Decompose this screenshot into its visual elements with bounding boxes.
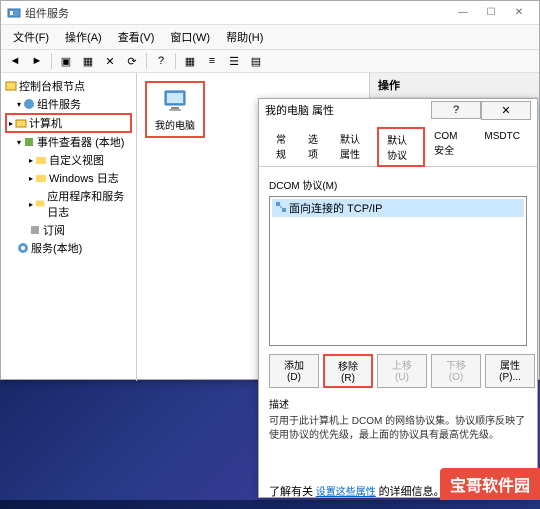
description-label: 描述: [269, 396, 527, 411]
menu-window[interactable]: 窗口(W): [162, 27, 218, 47]
app-icon: [7, 6, 21, 20]
main-toolbar: ◄ ► ▣ ▦ ✕ ⟳ ? ▦ ≡ ☰ ▤: [1, 50, 539, 73]
props-titlebar[interactable]: 我的电脑 属性 ? ✕: [259, 99, 537, 121]
subscription-icon: [29, 224, 41, 236]
protocol-buttons: 添加(D) 移除(R) 上移(U) 下移(O) 属性(P)...: [269, 354, 527, 388]
props-body: DCOM 协议(M) 面向连接的 TCP/IP 添加(D) 移除(R) 上移(U…: [259, 167, 537, 509]
tree-label: 订阅: [43, 222, 65, 238]
delete-icon[interactable]: ✕: [100, 52, 120, 70]
tree-label: 控制台根节点: [19, 78, 85, 94]
tree-label: 服务(本地): [31, 240, 82, 256]
toolbar-divider: [51, 53, 52, 69]
maximize-button[interactable]: ☐: [477, 3, 505, 23]
expand-icon[interactable]: ▸: [29, 156, 33, 165]
tab-com-security[interactable]: COM 安全: [425, 127, 475, 166]
expand-icon[interactable]: ▸: [29, 200, 33, 209]
folder-icon: [35, 198, 45, 210]
tree-label: Windows 日志: [49, 170, 119, 186]
learn-link[interactable]: 设置这些属性: [316, 487, 376, 498]
protocol-label: 面向连接的 TCP/IP: [289, 200, 383, 216]
move-up-button[interactable]: 上移(U): [377, 354, 427, 388]
properties-dialog: 我的电脑 属性 ? ✕ 常规 选项 默认属性 默认协议 COM 安全 MSDTC…: [258, 98, 538, 498]
expand-icon[interactable]: ▾: [17, 100, 21, 109]
tree-label: 应用程序和服务日志: [47, 188, 132, 220]
tab-options[interactable]: 选项: [299, 127, 331, 166]
tree-subscriptions[interactable]: 订阅: [5, 221, 132, 239]
close-button[interactable]: ✕: [505, 3, 533, 23]
protocols-listbox[interactable]: 面向连接的 TCP/IP: [269, 196, 527, 346]
actions-header: 操作: [370, 73, 539, 98]
refresh-icon[interactable]: ⟳: [122, 52, 142, 70]
expand-icon[interactable]: ▸: [29, 174, 33, 183]
protocol-item[interactable]: 面向连接的 TCP/IP: [272, 199, 524, 217]
view-small-icon[interactable]: ≡: [202, 52, 222, 70]
tree-computer[interactable]: ▸ 计算机: [5, 113, 132, 133]
props-title: 我的电脑 属性: [265, 102, 431, 118]
up-button[interactable]: ▣: [56, 52, 76, 70]
tree-label: 计算机: [29, 115, 62, 131]
tree-root[interactable]: 控制台根节点: [5, 77, 132, 95]
tree-app-service-logs[interactable]: ▸ 应用程序和服务日志: [5, 187, 132, 221]
view-large-icon[interactable]: ▦: [180, 52, 200, 70]
console-icon: [5, 80, 17, 92]
folder-icon: [35, 172, 47, 184]
description-text: 可用于此计算机上 DCOM 的网络协议集。协议顺序反映了使用协议的优先级，最上面…: [269, 415, 527, 443]
back-button[interactable]: ◄: [5, 52, 25, 70]
remove-button[interactable]: 移除(R): [323, 354, 373, 388]
learn-text: 了解有关: [269, 486, 313, 498]
dcom-protocols-label: DCOM 协议(M): [269, 177, 527, 192]
tab-default-props[interactable]: 默认属性: [331, 127, 377, 166]
tree-custom-views[interactable]: ▸ 自定义视图: [5, 151, 132, 169]
tree-label: 组件服务: [37, 96, 81, 112]
main-titlebar[interactable]: 组件服务 — ☐ ✕: [1, 1, 539, 25]
help-icon[interactable]: ?: [151, 52, 171, 70]
help-button[interactable]: ?: [431, 101, 481, 119]
tree-services[interactable]: 服务(本地): [5, 239, 132, 257]
gear-icon: [23, 98, 35, 110]
watermark: 宝哥软件园: [440, 468, 540, 500]
properties-icon[interactable]: ▦: [78, 52, 98, 70]
network-icon: [276, 202, 286, 215]
learn-tail: 的详细信息。: [379, 486, 445, 498]
menu-view[interactable]: 查看(V): [110, 27, 163, 47]
tab-msdtc[interactable]: MSDTC: [475, 127, 529, 166]
tab-default-protocol[interactable]: 默认协议: [377, 127, 425, 167]
menu-action[interactable]: 操作(A): [57, 27, 110, 47]
tab-general[interactable]: 常规: [267, 127, 299, 166]
menu-file[interactable]: 文件(F): [5, 27, 57, 47]
add-button[interactable]: 添加(D): [269, 354, 319, 388]
my-computer-label: 我的电脑: [155, 117, 195, 132]
tree-panel: 控制台根节点 ▾ 组件服务 ▸ 计算机 ▾ 事件查看器 (本地) ▸ 自定义视图: [1, 73, 137, 381]
folder-icon: [35, 154, 47, 166]
description-section: 描述 可用于此计算机上 DCOM 的网络协议集。协议顺序反映了使用协议的优先级，…: [269, 396, 527, 443]
tree-windows-logs[interactable]: ▸ Windows 日志: [5, 169, 132, 187]
expand-icon[interactable]: ▸: [9, 119, 13, 128]
main-menubar: 文件(F) 操作(A) 查看(V) 窗口(W) 帮助(H): [1, 25, 539, 50]
properties-button[interactable]: 属性(P)...: [485, 354, 535, 388]
view-list-icon[interactable]: ☰: [224, 52, 244, 70]
my-computer-item[interactable]: 我的电脑: [145, 81, 205, 138]
toolbar-divider: [146, 53, 147, 69]
view-detail-icon[interactable]: ▤: [246, 52, 266, 70]
expand-icon[interactable]: ▾: [17, 138, 21, 147]
window-title: 组件服务: [25, 5, 449, 21]
tree-label: 自定义视图: [49, 152, 104, 168]
event-icon: [23, 136, 35, 148]
minimize-button[interactable]: —: [449, 3, 477, 23]
move-down-button[interactable]: 下移(O): [431, 354, 481, 388]
toolbar-divider: [175, 53, 176, 69]
folder-icon: [15, 117, 27, 129]
close-button[interactable]: ✕: [481, 101, 531, 120]
services-icon: [17, 242, 29, 254]
tree-event-viewer[interactable]: ▾ 事件查看器 (本地): [5, 133, 132, 151]
computer-icon: [161, 87, 189, 115]
menu-help[interactable]: 帮助(H): [218, 27, 271, 47]
props-tabs: 常规 选项 默认属性 默认协议 COM 安全 MSDTC: [259, 121, 537, 167]
tree-component-services[interactable]: ▾ 组件服务: [5, 95, 132, 113]
forward-button[interactable]: ►: [27, 52, 47, 70]
tree-label: 事件查看器 (本地): [37, 134, 124, 150]
